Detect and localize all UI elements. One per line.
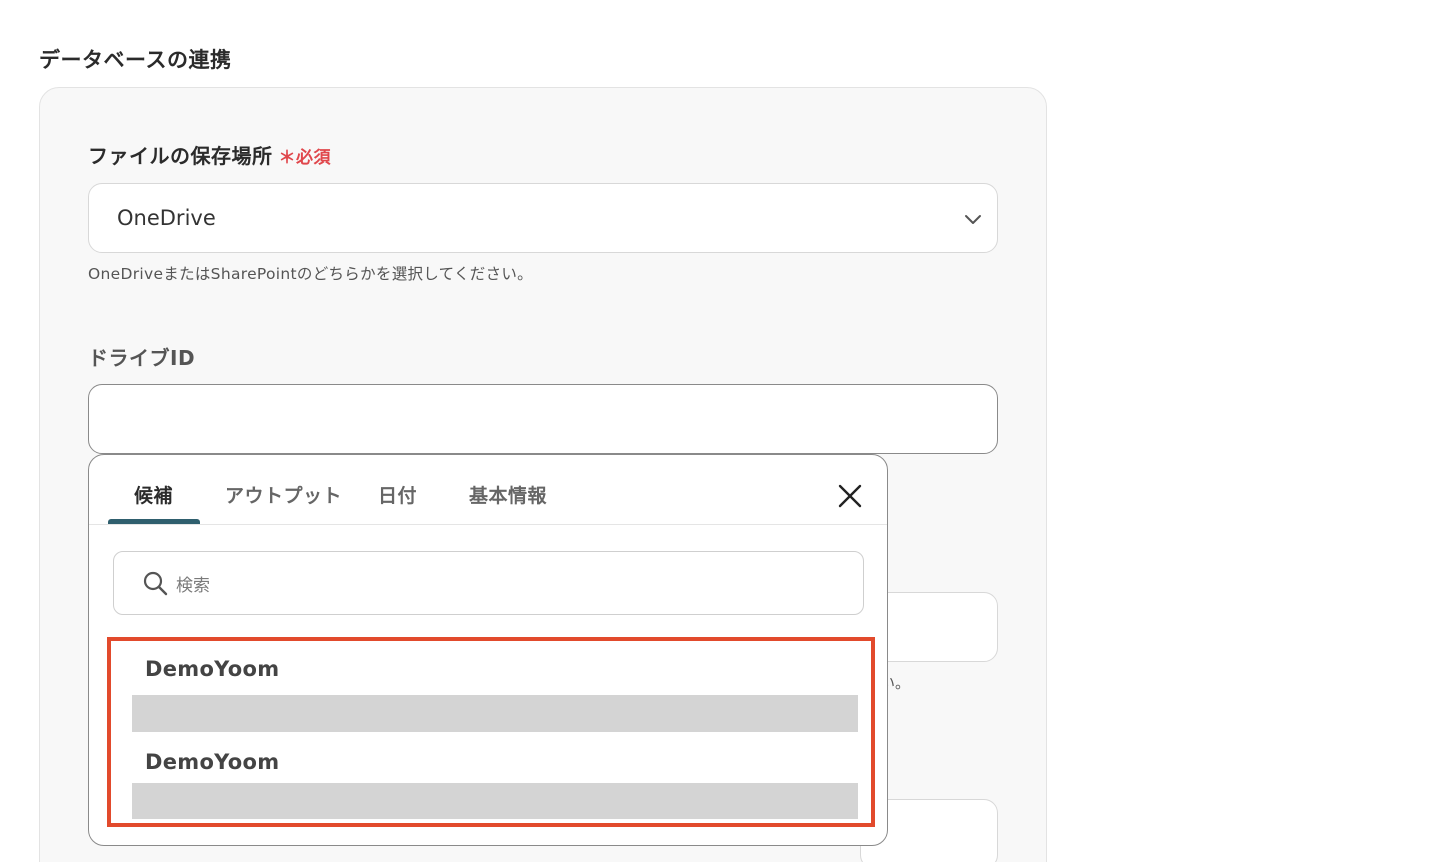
required-text: 必須 (296, 148, 331, 168)
list-item[interactable]: DemoYoom (145, 750, 279, 774)
required-badge: ＊必須 (279, 148, 332, 168)
close-icon[interactable] (837, 483, 863, 509)
drive-id-input[interactable] (88, 384, 998, 454)
storage-location-value: OneDrive (117, 206, 216, 230)
storage-location-helper: OneDriveまたはSharePointのどちらかを選択してください。 (88, 265, 533, 283)
redacted-value (132, 783, 858, 819)
search-input[interactable]: 検索 (113, 551, 864, 615)
list-item[interactable]: DemoYoom (145, 657, 279, 681)
tab-output[interactable]: アウトプット (225, 481, 342, 508)
drive-id-label: ドライブID (88, 346, 196, 370)
search-placeholder: 検索 (176, 575, 210, 596)
active-tab-indicator (108, 519, 200, 524)
suggestion-popup: 候補 アウトプット 日付 基本情報 検索 DemoYoom DemoYoom (88, 454, 888, 846)
required-asterisk: ＊ (278, 148, 296, 168)
section-title: データベースの連携 (39, 48, 232, 72)
redacted-value (132, 695, 858, 732)
storage-location-label: ファイルの保存場所 ＊必須 (88, 140, 331, 169)
popup-tabs: 候補 アウトプット 日付 基本情報 (89, 455, 887, 525)
search-icon (143, 571, 168, 596)
tab-basic-info[interactable]: 基本情報 (469, 481, 547, 508)
storage-location-label-text: ファイルの保存場所 (88, 144, 273, 168)
tab-date[interactable]: 日付 (378, 481, 417, 508)
storage-location-select[interactable]: OneDrive (88, 183, 998, 253)
tab-candidates[interactable]: 候補 (134, 481, 173, 508)
chevron-down-icon (965, 215, 981, 224)
